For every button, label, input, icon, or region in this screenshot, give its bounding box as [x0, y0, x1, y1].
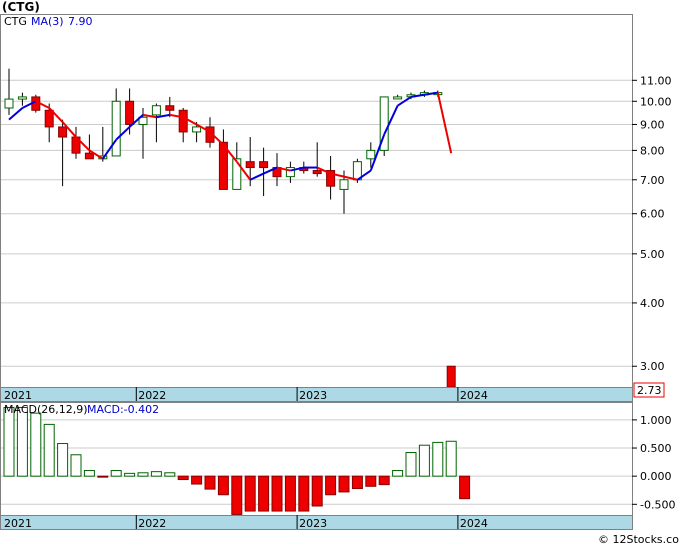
candle-body: [125, 100, 135, 125]
macd-bar: [204, 475, 216, 490]
macd-y-tick-label: -0.500: [640, 498, 675, 511]
macd-bar: [124, 472, 136, 477]
x-tick-label: 2024: [460, 389, 488, 402]
x-tick-label: 2024: [460, 517, 488, 530]
macd-bar: [405, 452, 417, 477]
chart-title: (CTG): [2, 0, 40, 14]
macd-legend-label: MACD(26,12,9): [4, 403, 88, 416]
candle-body: [178, 109, 188, 133]
candle-body: [17, 96, 27, 100]
macd-bar: [365, 475, 377, 487]
macd-bar: [164, 472, 176, 477]
macd-bar: [418, 444, 430, 477]
macd-bar: [432, 441, 444, 477]
macd-y-axis: 1.000 0.500 0.000 -0.500: [632, 414, 675, 511]
price-panel: [0, 14, 633, 388]
macd-legend-value: MACD:-0.402: [87, 403, 159, 416]
macd-bar: [231, 475, 243, 515]
price-y-tick-label: 3.00: [640, 360, 665, 373]
candle-body: [312, 170, 322, 175]
candle-body: [58, 126, 68, 138]
price-y-tick-label: 11.00: [640, 74, 672, 87]
candle-body: [44, 109, 54, 128]
x-tick-label: 2023: [299, 389, 327, 402]
price-y-tick-label: 10.00: [640, 95, 672, 108]
candle-body: [366, 149, 376, 160]
candle-body: [245, 161, 255, 169]
macd-bar: [150, 471, 162, 477]
macd-bar: [311, 475, 323, 507]
macd-y-tick-label: 0.000: [640, 470, 672, 483]
macd-bar: [16, 407, 28, 477]
macd-bar: [284, 475, 296, 512]
candle-body: [151, 105, 161, 116]
price-legend-ma-label: MA(3): [31, 15, 64, 28]
macd-bar: [351, 475, 363, 490]
candle-body: [192, 126, 202, 133]
candle-body: [165, 105, 175, 111]
macd-y-tick-label: 1.000: [640, 414, 672, 427]
macd-bar: [83, 470, 95, 477]
x-tick-label: 2023: [299, 517, 327, 530]
macd-bar: [97, 475, 109, 478]
macd-bar: [244, 475, 256, 512]
macd-bar: [378, 475, 390, 486]
candle-body: [259, 161, 269, 169]
macd-bar: [298, 475, 310, 512]
macd-bar: [217, 475, 229, 496]
macd-bar: [177, 475, 189, 481]
x-tick-label: 2022: [138, 517, 166, 530]
price-legend-ma-value: 7.90: [68, 15, 93, 28]
candle-body: [111, 100, 121, 157]
price-y-tick-label: 8.00: [640, 144, 665, 157]
macd-bar: [137, 472, 149, 477]
candle-body: [84, 152, 94, 160]
price-y-tick-label: 7.00: [640, 174, 665, 187]
macd-bar: [445, 440, 457, 477]
candle-body: [4, 98, 14, 109]
x-tick-label: 2021: [4, 389, 32, 402]
macd-bar: [43, 423, 55, 477]
macd-bar: [271, 475, 283, 512]
macd-bar: [70, 454, 82, 477]
macd-bar: [392, 470, 404, 477]
stock-chart: 3.00 4.00 5.00 6.00 7.00 8.00 9.00 10.00 11.00 2…: [0, 0, 680, 546]
macd-bar: [30, 412, 42, 477]
macd-bar: [338, 475, 350, 493]
macd-bar: [459, 475, 471, 500]
last-price-label: 2.73: [637, 384, 662, 397]
candle-body: [446, 365, 456, 388]
watermark: © 12Stocks.com: [598, 533, 680, 546]
price-y-tick-label: 6.00: [640, 208, 665, 221]
price-y-tick-label: 4.00: [640, 297, 665, 310]
candle-body: [339, 179, 349, 190]
price-y-axis: 3.00 4.00 5.00 6.00 7.00 8.00 9.00 10.00 11.00: [632, 74, 672, 373]
candle-body: [393, 96, 403, 100]
candle-body: [232, 158, 242, 190]
price-y-tick-label: 9.00: [640, 118, 665, 131]
macd-bar: [110, 470, 122, 477]
macd-bar: [258, 475, 270, 512]
macd-bar: [3, 407, 15, 477]
macd-bar: [191, 475, 203, 485]
x-tick-label: 2022: [138, 389, 166, 402]
macd-y-tick-label: 0.500: [640, 442, 672, 455]
macd-bar: [325, 475, 337, 496]
price-legend-ticker: CTG: [4, 15, 27, 28]
price-y-tick-label: 5.00: [640, 248, 665, 261]
macd-bar: [57, 443, 69, 477]
x-tick-label: 2021: [4, 517, 32, 530]
